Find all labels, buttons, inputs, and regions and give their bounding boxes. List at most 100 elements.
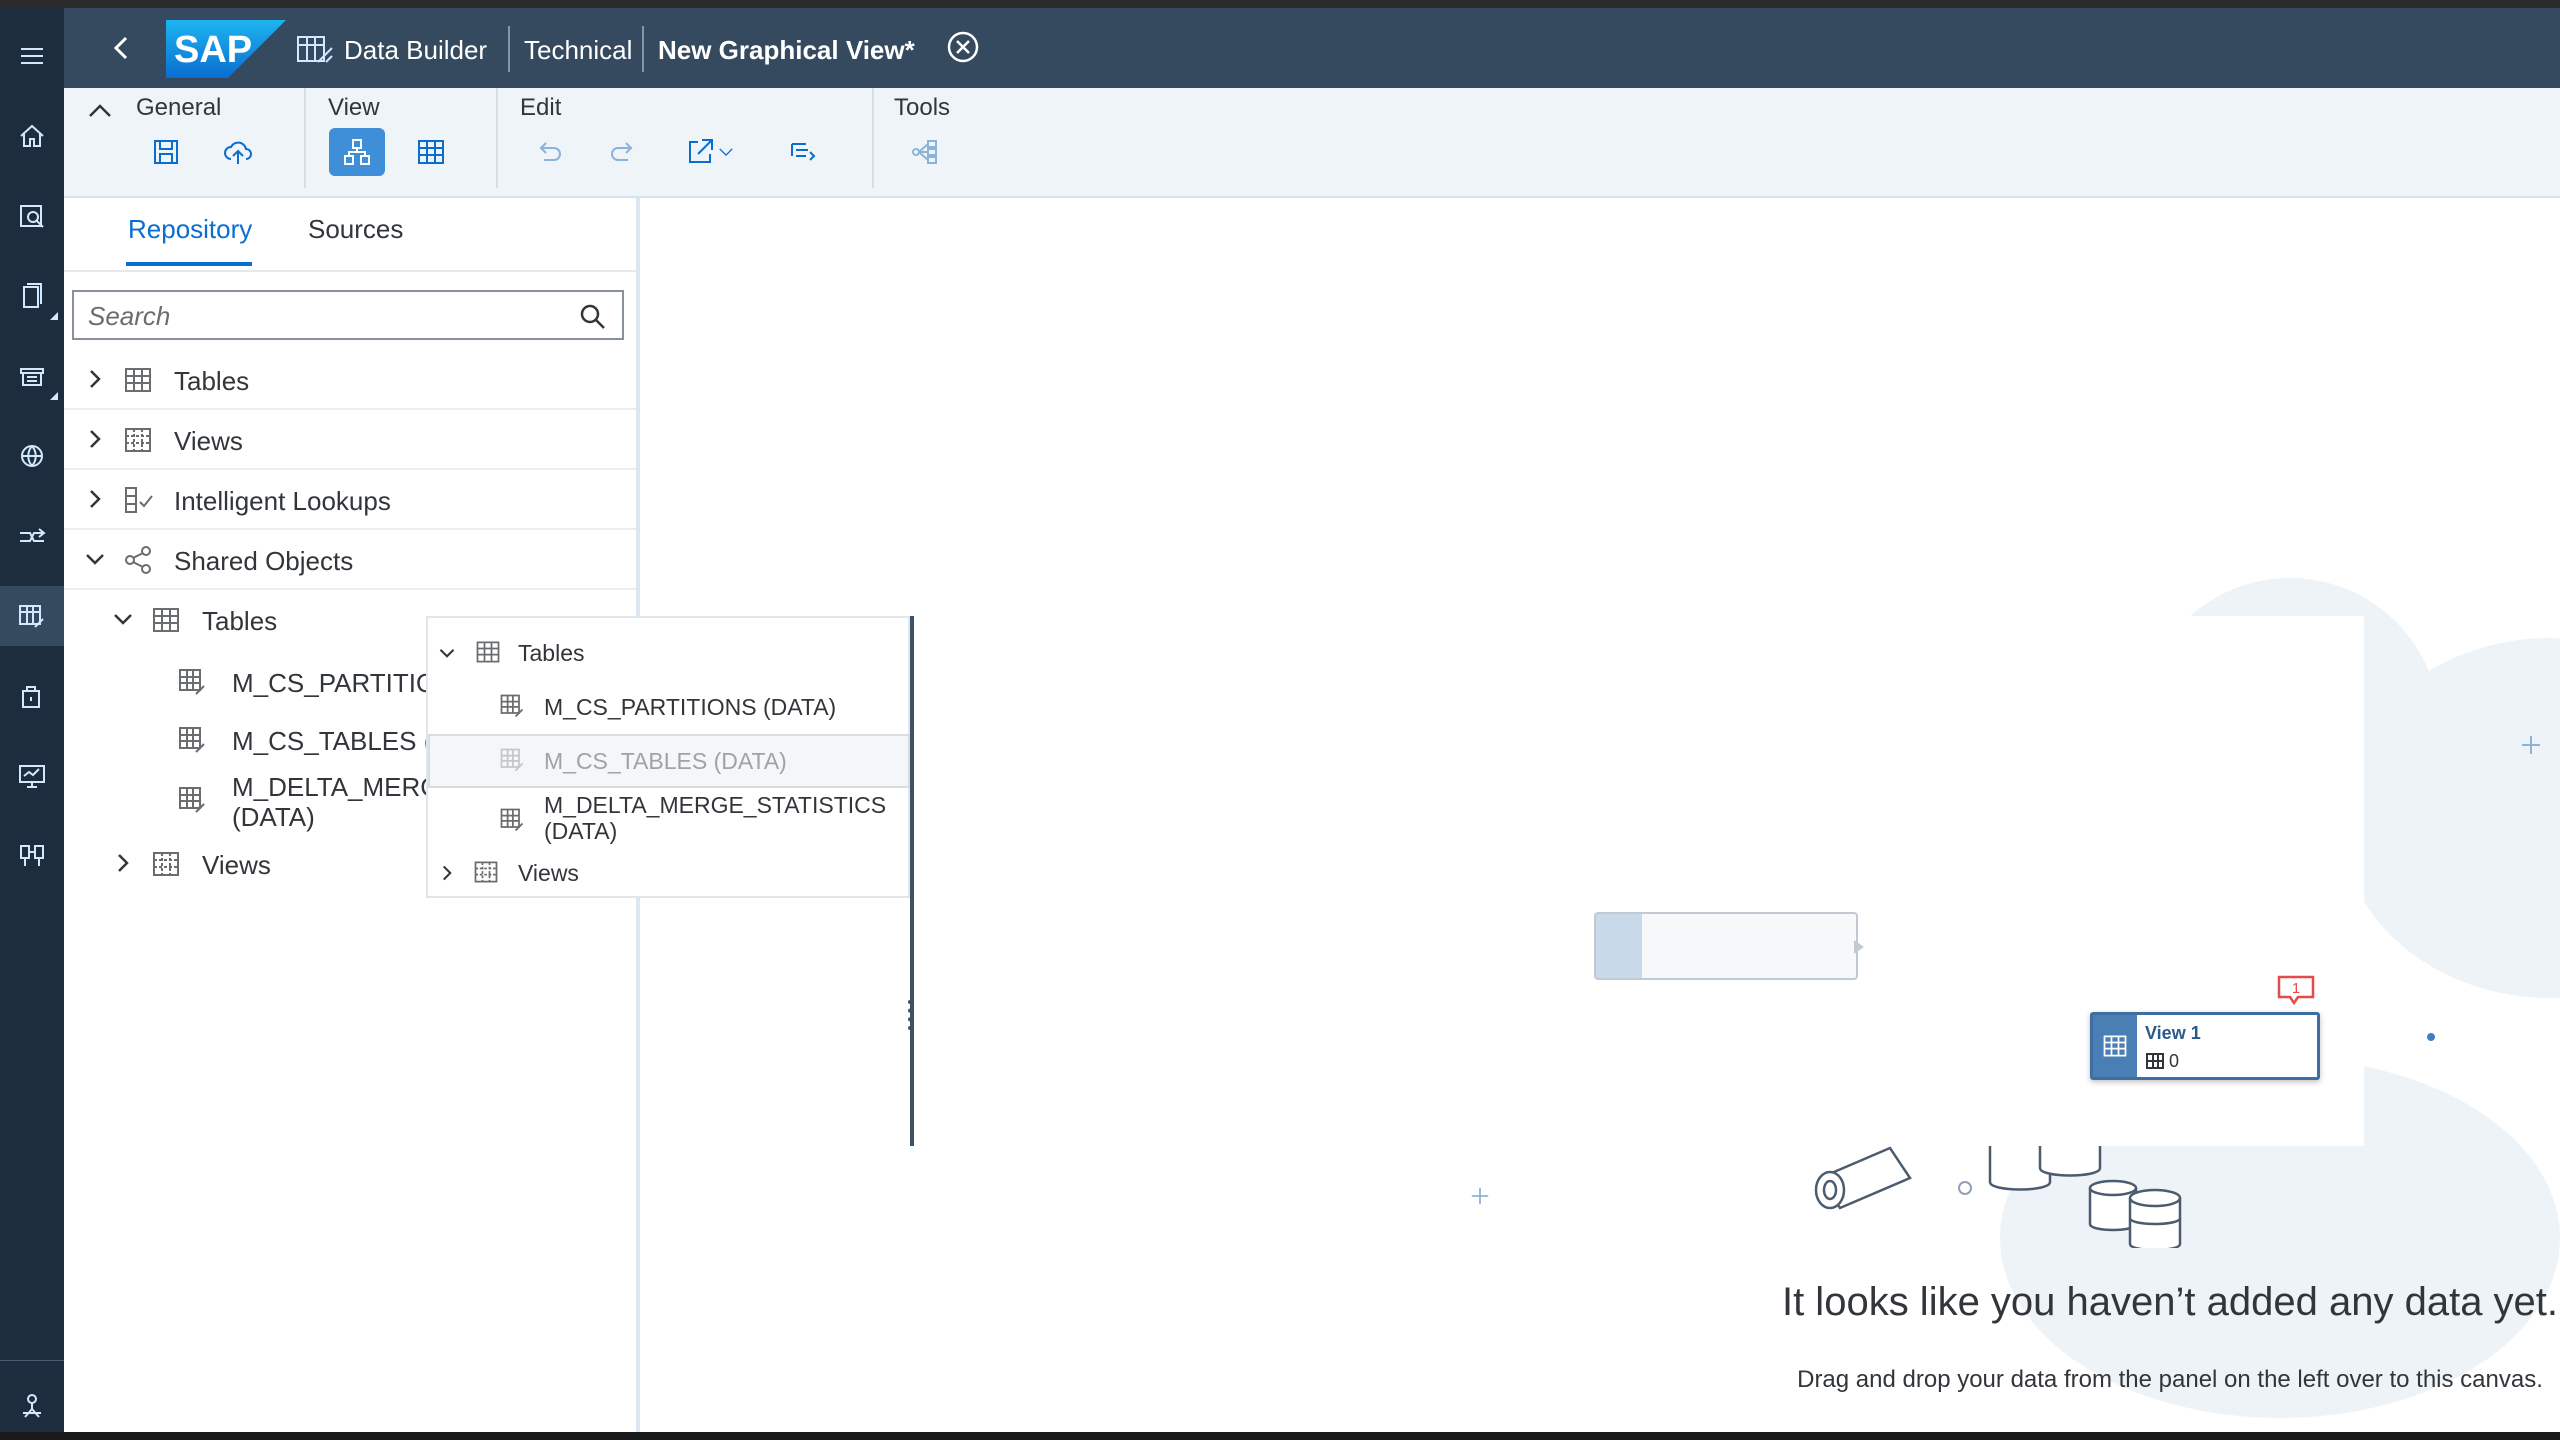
remote-table-icon	[179, 787, 205, 813]
popover-item-label: M_CS_TABLES (DATA)	[544, 748, 787, 774]
chevron-down-icon	[719, 148, 733, 157]
data-access-control-icon[interactable]	[0, 666, 64, 726]
window-top-strip	[0, 0, 2560, 8]
sap-logo: SAP	[166, 20, 286, 78]
breadcrumb-space[interactable]: Technical	[524, 34, 632, 66]
list-item[interactable]: M_DELTA_MERG	[232, 772, 428, 803]
search-icon[interactable]	[578, 302, 608, 332]
tree-item-label: Shared Objects	[174, 546, 354, 576]
tree-item-label: Tables	[174, 366, 250, 396]
canvas-drop-area[interactable]: 1 View 1 0	[910, 616, 2364, 1146]
tree-item-label: Tables	[202, 606, 278, 636]
editor-toolbar: General View Edit Tools	[64, 88, 2560, 198]
redo-button[interactable]	[594, 128, 650, 176]
popover-tables-row[interactable]: Tables	[428, 626, 910, 680]
popover-views-row[interactable]: Views	[428, 846, 910, 900]
view-node[interactable]: View 1 0	[2090, 1012, 2320, 1080]
catalog-search-icon[interactable]	[0, 186, 64, 246]
chevron-down-icon[interactable]	[438, 644, 456, 662]
search-input[interactable]: Search	[72, 290, 624, 340]
table-icon	[476, 641, 500, 663]
system-icon[interactable]	[0, 1376, 64, 1436]
tree-item-shared-objects[interactable]: Shared Objects	[64, 530, 636, 590]
tree-item-label: Views	[202, 850, 271, 880]
remote-table-icon	[179, 727, 205, 753]
tree-item-tables[interactable]: Tables	[64, 350, 636, 410]
save-icon	[154, 140, 178, 164]
svg-text:SAP: SAP	[174, 29, 252, 71]
tree-item-views[interactable]: Views	[64, 410, 636, 470]
table-view-button[interactable]	[403, 128, 459, 176]
save-button[interactable]	[138, 128, 194, 176]
data-integration-monitor-icon[interactable]	[0, 746, 64, 806]
connections-icon[interactable]	[0, 826, 64, 886]
sidenav-divider	[0, 1360, 64, 1361]
popover-list-item[interactable]: M_CS_PARTITIONS (DATA)	[428, 680, 910, 734]
chevron-right-icon[interactable]	[84, 428, 106, 450]
chevron-right-icon[interactable]	[112, 852, 134, 874]
document-title: New Graphical View*	[658, 34, 915, 66]
popover-list-item-dragging[interactable]: M_CS_TABLES (DATA)	[428, 734, 910, 788]
chevron-down-icon[interactable]	[112, 608, 134, 630]
resize-handle[interactable]	[908, 1000, 914, 1030]
chevron-right-icon[interactable]	[84, 368, 106, 390]
validation-message-badge[interactable]: 1	[2276, 974, 2316, 1006]
ghost-node-bar	[1596, 914, 1642, 978]
data-builder-icon[interactable]	[0, 586, 64, 646]
undo-button[interactable]	[522, 128, 578, 176]
toolbar-separator	[304, 88, 306, 188]
tab-sources[interactable]: Sources	[308, 214, 403, 245]
view-icon	[2103, 1035, 2127, 1057]
breadcrumb-app[interactable]: Data Builder	[344, 34, 487, 66]
toolbar-group-general: General	[136, 94, 222, 121]
cloud-upload-icon	[224, 141, 252, 164]
submenu-indicator-icon	[50, 392, 58, 400]
toolbar-group-view: View	[328, 94, 380, 121]
transformation-icon[interactable]	[0, 506, 64, 566]
tree-item-intelligent-lookups[interactable]: Intelligent Lookups	[64, 470, 636, 530]
impact-lineage-button[interactable]	[896, 128, 952, 176]
list-item[interactable]: M_CS_TABLES (I	[232, 726, 428, 757]
breadcrumb-separator	[642, 26, 644, 72]
empty-state-illustration	[1814, 1138, 2182, 1248]
drag-preview-popover: Tables M_CS_PARTITIONS (DATA) M_CS_TABLE…	[426, 616, 910, 898]
close-document-icon[interactable]	[946, 30, 980, 64]
popover-list-item[interactable]: M_DELTA_MERGE_STATISTICS (DATA)	[428, 790, 910, 852]
redo-icon	[611, 142, 633, 161]
chevron-right-icon[interactable]	[84, 488, 106, 510]
popover-views-label: Views	[518, 860, 579, 886]
collapse-toolbar-icon[interactable]	[86, 98, 114, 122]
data-marketplace-icon[interactable]	[0, 346, 64, 406]
submenu-indicator-icon	[50, 312, 58, 320]
share-icon	[125, 546, 151, 574]
empty-state-subtitle: Drag and drop your data from the panel o…	[1797, 1366, 2543, 1393]
intelligent-lookup-icon	[125, 487, 153, 513]
list-item[interactable]: M_CS_PARTITIO	[232, 668, 428, 699]
view-node-name: View 1	[2145, 1023, 2201, 1043]
sparkle-decoration-icon	[1471, 1187, 1489, 1205]
home-icon[interactable]	[0, 106, 64, 166]
auto-layout-button[interactable]	[774, 128, 830, 176]
remote-table-icon	[500, 808, 524, 832]
deploy-button[interactable]	[210, 128, 266, 176]
popover-item-label: M_CS_PARTITIONS (DATA)	[544, 694, 837, 720]
data-builder-app-icon	[297, 36, 333, 63]
back-button[interactable]	[104, 30, 140, 66]
repository-icon[interactable]	[0, 266, 64, 326]
diagram-view-button[interactable]	[329, 128, 385, 176]
table-icon	[125, 368, 151, 392]
toolbar-group-tools: Tools	[894, 94, 951, 121]
view-icon	[474, 861, 498, 883]
selected-tab-indicator	[126, 262, 252, 266]
menu-icon[interactable]	[0, 26, 64, 86]
tab-repository[interactable]: Repository	[128, 214, 252, 245]
business-builder-icon[interactable]	[0, 426, 64, 486]
panel-tabs: Repository Sources	[64, 198, 636, 272]
export-menu-button[interactable]	[668, 128, 752, 176]
list-item-continuation: (DATA)	[232, 802, 315, 832]
chevron-down-icon[interactable]	[84, 548, 106, 570]
dot-decoration-icon	[2427, 1033, 2435, 1041]
badge-count: 1	[2292, 980, 2300, 997]
chevron-right-icon[interactable]	[438, 864, 456, 882]
columns-icon	[2146, 1053, 2164, 1069]
